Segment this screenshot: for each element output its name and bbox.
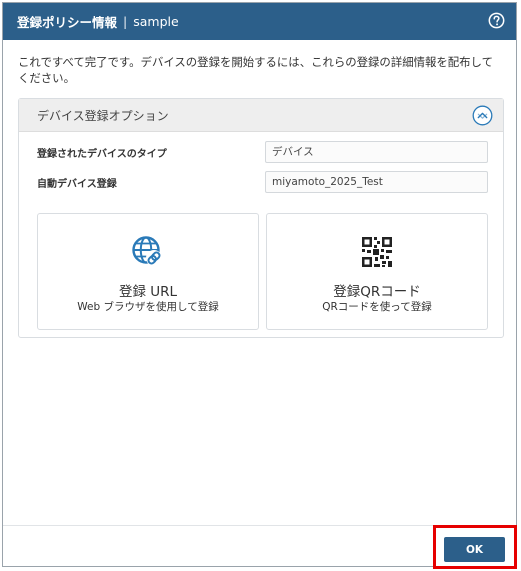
enrollment-url-description: Web ブラウザを使用して登録 <box>77 301 219 313</box>
enrollment-policy-dialog: 登録ポリシー情報 | sample これですべて完了です。デバイスの登録を開始す… <box>2 2 517 567</box>
device-enrollment-options-panel: デバイス登録オプション 登録されたデバイスのタイプ デバイス 自動デバイス登録 … <box>18 98 504 338</box>
auto-enrollment-field[interactable]: miyamoto_2025_Test <box>265 171 488 193</box>
intro-message: これですべて完了です。デバイスの登録を開始するには、これらの登録の詳細情報を配布… <box>18 55 493 85</box>
enrollment-qr-title: 登録QRコード <box>333 284 421 300</box>
qr-code-icon <box>362 237 392 267</box>
auto-enrollment-label: 自動デバイス登録 <box>37 179 117 190</box>
field-row-auto-enrollment: 自動デバイス登録 miyamoto_2025_Test <box>19 171 503 193</box>
dialog-title-bar: 登録ポリシー情報 | sample <box>3 3 516 40</box>
help-icon[interactable] <box>488 12 505 29</box>
chevron-up-circle-icon[interactable] <box>472 105 493 126</box>
field-row-device-type: 登録されたデバイスのタイプ デバイス <box>19 141 503 163</box>
dialog-title: 登録ポリシー情報 <box>17 15 118 30</box>
ok-button[interactable]: OK <box>444 537 505 562</box>
enrollment-url-card[interactable]: 登録 URL Web ブラウザを使用して登録 <box>37 213 259 330</box>
enrollment-url-title: 登録 URL <box>118 284 178 300</box>
panel-header: デバイス登録オプション <box>19 99 503 132</box>
device-type-label: 登録されたデバイスのタイプ <box>37 149 167 160</box>
device-type-field[interactable]: デバイス <box>265 141 488 163</box>
title-separator: | <box>123 14 128 29</box>
enrollment-qr-card[interactable]: 登録QRコード QRコードを使って登録 <box>266 213 488 330</box>
dialog-subtitle: sample <box>133 14 179 29</box>
enrollment-qr-description: QRコードを使って登録 <box>322 301 432 313</box>
panel-header-title: デバイス登録オプション <box>37 108 169 123</box>
globe-link-icon <box>132 236 162 266</box>
